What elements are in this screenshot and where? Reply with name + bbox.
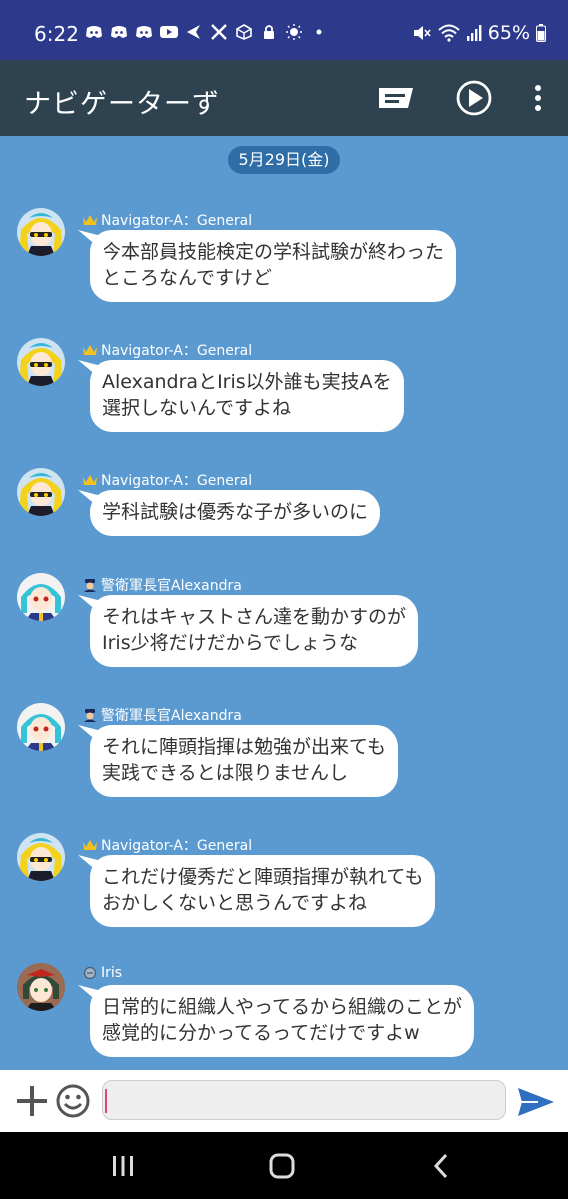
wifi-icon [438,24,460,42]
status-right: 65% [412,22,546,44]
status-time: 6:22 [34,22,79,46]
dot-icon [316,29,322,35]
battery-percent: 65% [487,22,530,44]
text-caret [105,1089,107,1113]
date-separator: 5月29日(金) [228,146,340,174]
discord-icon [86,26,102,38]
medal-icon [83,966,97,980]
more-options-icon[interactable] [518,78,558,118]
message-icon[interactable] [376,78,416,118]
brightness-icon [286,24,302,40]
crown-icon [83,840,97,850]
youtube-icon [160,26,178,38]
message-bubble[interactable]: 学科試験は優秀な子が多いのに [90,490,381,536]
avatar-alexandra[interactable] [17,573,65,621]
sender-name: Navigator-A：General [82,340,252,360]
cube-icon [236,24,252,40]
emoji-icon[interactable] [55,1083,91,1119]
app-title: ナビゲーターず [24,89,220,120]
sender-name: Navigator-A：General [82,835,252,855]
lock-icon [264,25,274,39]
sender-name: Iris [82,965,122,981]
message-input-bar [0,1070,568,1132]
status-bar: 6:22 65% [0,0,568,60]
send-icon[interactable] [516,1085,556,1119]
crown-icon [83,345,97,355]
home-icon[interactable] [267,1152,297,1180]
play-icon[interactable] [454,78,494,118]
message-input[interactable] [102,1080,506,1120]
x-icon [211,24,227,40]
avatar-iris[interactable] [17,963,65,1011]
discord-icon [111,26,127,38]
chat-area[interactable]: 5月29日(金) Navigator-A：General 今本部員技能検定の学科… [0,136,568,1070]
sender-name: Navigator-A：General [82,470,252,490]
message-bubble[interactable]: これだけ優秀だと陣頭指揮が執れても おかしくないと思うんですよね [90,855,436,927]
crown-icon [83,215,97,225]
back-icon[interactable] [427,1152,457,1180]
message-bubble[interactable]: 今本部員技能検定の学科試験が終わった ところなんですけど [90,230,457,302]
sender-name: 警衛軍長官Alexandra [82,705,242,725]
avatar-navigator[interactable] [17,833,65,881]
notification-icons [84,24,329,40]
share-icon [187,25,200,39]
signal-icon [466,25,482,41]
sender-name: 警衛軍長官Alexandra [82,575,242,595]
recents-icon[interactable] [108,1152,138,1180]
discord-icon [136,26,152,38]
message-bubble[interactable]: それはキャストさん達を動かすのが Iris少将だけだからでしょうな [90,595,419,667]
avatar-navigator[interactable] [17,338,65,386]
sender-name: Navigator-A：General [82,210,252,230]
message-bubble[interactable]: 日常的に組織人やってるから組織のことが 感覚的に分かってるってだけですよw [90,985,475,1057]
officer-icon [84,579,96,592]
message-bubble[interactable]: それに陣頭指揮は勉強が出来ても 実践できるとは限りませんし [90,725,399,797]
mute-icon [413,26,431,40]
battery-icon [536,24,546,42]
app-bar: ナビゲーターず [0,60,568,136]
message-bubble[interactable]: AlexandraとIris以外誰も実技Aを 選択しないんですよね [90,360,404,432]
avatar-navigator[interactable] [17,208,65,256]
officer-icon [84,709,96,722]
system-nav-bar [0,1132,568,1199]
add-icon[interactable] [14,1083,50,1119]
avatar-navigator[interactable] [17,468,65,516]
avatar-alexandra[interactable] [17,703,65,751]
crown-icon [83,475,97,485]
